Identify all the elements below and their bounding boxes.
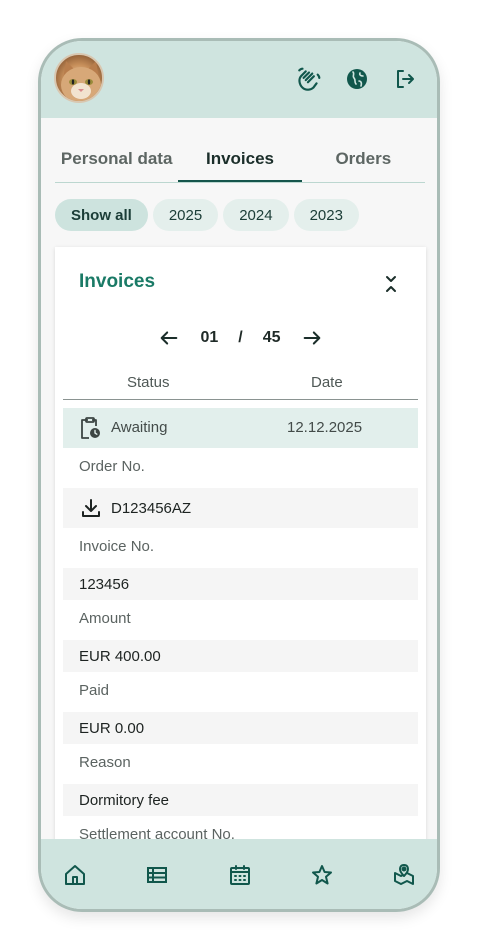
tab-bar: Personal data Invoices Orders	[55, 143, 425, 183]
map-pin-icon[interactable]	[392, 863, 416, 887]
home-icon[interactable]	[63, 863, 87, 887]
invoice-no-label: Invoice No.	[79, 538, 155, 555]
column-date: Date	[311, 374, 343, 391]
avatar[interactable]	[54, 53, 104, 103]
card-title: Invoices	[79, 271, 156, 292]
logout-icon[interactable]	[391, 65, 419, 93]
phone-frame: Personal data Invoices Orders Show all 2…	[38, 38, 440, 912]
hand-wave-icon[interactable]	[295, 65, 323, 93]
invoice-no-value: 123456	[63, 568, 418, 600]
order-no-label: Order No.	[79, 458, 145, 475]
bottom-nav	[41, 839, 437, 909]
collapse-icon[interactable]	[384, 274, 398, 294]
list-icon[interactable]	[145, 863, 169, 887]
page-total: 45	[262, 329, 281, 346]
order-no-value: D123456AZ	[111, 499, 192, 517]
tab-invoices[interactable]: Invoices	[178, 143, 302, 182]
table-header: Status Date	[63, 373, 418, 400]
clipboard-clock-icon	[79, 416, 101, 440]
page-current: 01	[200, 329, 219, 346]
filter-2023[interactable]: 2023	[293, 199, 359, 231]
status-value: Awaiting	[111, 419, 168, 436]
top-bar	[41, 41, 437, 118]
filter-2025[interactable]: 2025	[152, 199, 219, 231]
calendar-icon[interactable]	[228, 863, 252, 887]
tab-orders[interactable]: Orders	[302, 143, 425, 182]
download-icon	[81, 498, 101, 518]
arrow-right-icon[interactable]	[301, 327, 323, 349]
tab-personal-data[interactable]: Personal data	[55, 143, 178, 182]
invoice-card: Invoices 01 / 45 Status Date Awaiting 12…	[55, 247, 426, 887]
amount-value: EUR 400.00	[63, 640, 418, 672]
filter-show-all[interactable]: Show all	[55, 199, 148, 231]
table-row[interactable]: Awaiting 12.12.2025	[63, 408, 418, 448]
star-icon[interactable]	[310, 863, 334, 887]
reason-value: Dormitory fee	[63, 784, 418, 816]
page-separator: /	[238, 329, 243, 346]
reason-label: Reason	[79, 754, 131, 771]
cat-photo	[61, 61, 101, 101]
pagination: 01 / 45	[55, 327, 426, 349]
filter-2024[interactable]: 2024	[223, 199, 289, 231]
year-filter: Show all 2025 2024 2023	[55, 199, 359, 231]
amount-label: Amount	[79, 610, 131, 627]
paid-value: EUR 0.00	[63, 712, 418, 744]
date-value: 12.12.2025	[287, 419, 363, 436]
globe-icon[interactable]	[343, 65, 371, 93]
arrow-left-icon[interactable]	[158, 327, 180, 349]
order-no-download[interactable]: D123456AZ	[63, 488, 418, 528]
paid-label: Paid	[79, 682, 110, 699]
column-status: Status	[127, 374, 170, 391]
